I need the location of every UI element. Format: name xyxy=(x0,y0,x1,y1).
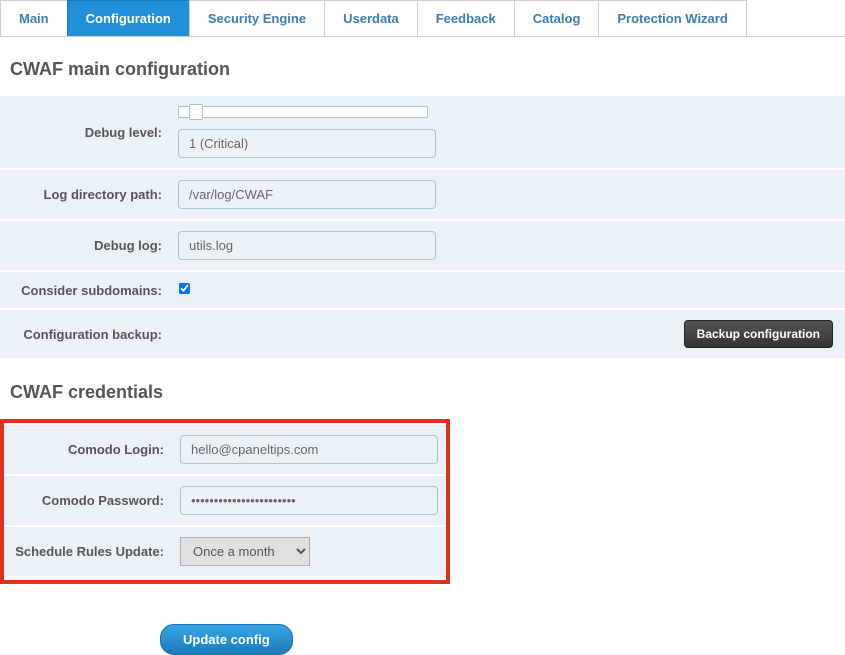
schedule-label: Schedule Rules Update: xyxy=(4,526,172,577)
debug-level-slider[interactable] xyxy=(178,106,428,118)
schedule-rules-select[interactable]: Once a month xyxy=(180,537,310,566)
login-label: Comodo Login: xyxy=(4,425,172,475)
tab-catalog[interactable]: Catalog xyxy=(514,0,599,36)
comodo-login-input[interactable] xyxy=(180,435,438,464)
debug-level-input[interactable] xyxy=(178,129,436,158)
tab-security-engine[interactable]: Security Engine xyxy=(189,0,324,36)
comodo-password-input[interactable] xyxy=(180,486,438,515)
tab-main[interactable]: Main xyxy=(0,0,67,36)
debug-level-slider-handle[interactable] xyxy=(189,104,203,120)
tab-feedback[interactable]: Feedback xyxy=(417,0,514,36)
credentials-highlight: Comodo Login: Comodo Password: Schedule … xyxy=(0,419,450,584)
update-config-button[interactable]: Update config xyxy=(160,624,293,655)
subdomains-checkbox[interactable] xyxy=(179,283,190,294)
debug-log-label: Debug log: xyxy=(0,220,170,271)
password-label: Comodo Password: xyxy=(4,475,172,526)
log-dir-label: Log directory path: xyxy=(0,169,170,220)
credentials-table: Comodo Login: Comodo Password: Schedule … xyxy=(4,425,446,578)
debug-level-label: Debug level: xyxy=(0,96,170,169)
debug-log-input[interactable] xyxy=(178,231,436,260)
main-config-table: Debug level: Log directory path: Debug l… xyxy=(0,96,845,360)
tab-bar: Main Configuration Security Engine Userd… xyxy=(0,0,845,37)
credentials-title: CWAF credentials xyxy=(0,360,845,419)
backup-label: Configuration backup: xyxy=(0,309,170,359)
subdomains-label: Consider subdomains: xyxy=(0,271,170,309)
log-dir-input[interactable] xyxy=(178,180,436,209)
update-row: Update config xyxy=(0,584,845,655)
backup-configuration-button[interactable]: Backup configuration xyxy=(684,320,833,348)
main-config-title: CWAF main configuration xyxy=(0,37,845,96)
tab-protection-wizard[interactable]: Protection Wizard xyxy=(598,0,746,36)
tab-configuration[interactable]: Configuration xyxy=(67,0,189,36)
tab-userdata[interactable]: Userdata xyxy=(324,0,417,36)
